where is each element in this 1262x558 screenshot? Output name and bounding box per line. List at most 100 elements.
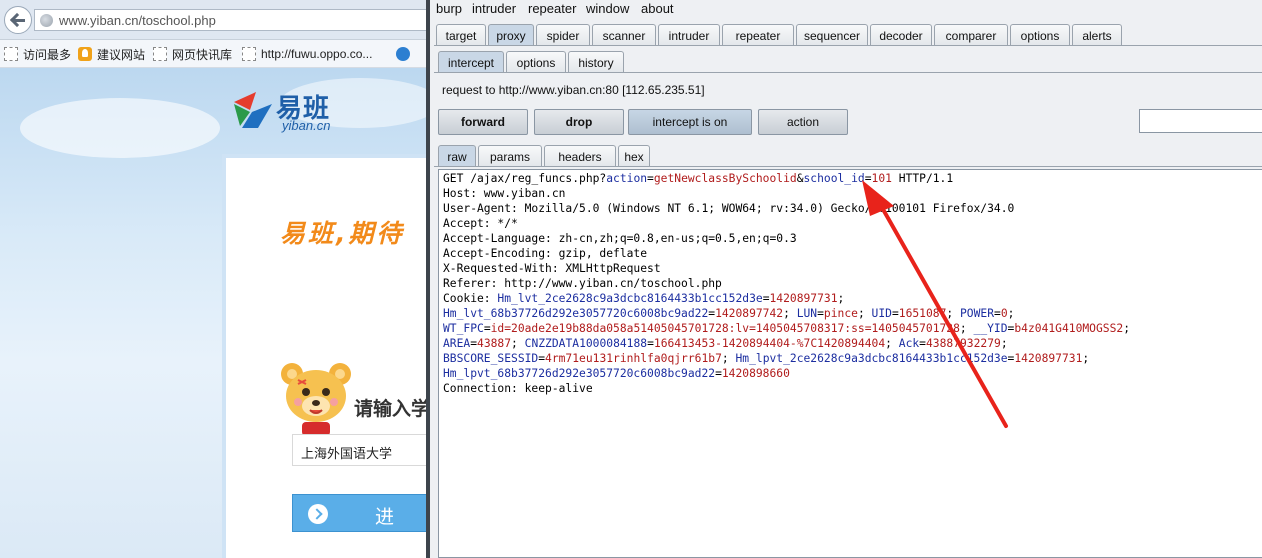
tab-target[interactable]: target [436,24,486,46]
intercept-toggle-button[interactable]: intercept is on [628,109,752,135]
search-input[interactable] [1139,109,1262,133]
menu-repeater[interactable]: repeater [528,1,576,16]
param-name: LUN [796,307,818,320]
drop-button[interactable]: drop [534,109,624,135]
request-text: ; [511,337,525,350]
param-name: Ack [898,337,920,350]
address-bar[interactable]: www.yiban.cn/toschool.php [34,9,426,31]
request-line: Cookie: Hm_lvt_2ce2628c9a3dcbc8164433b1c… [443,291,844,306]
request-text: = [891,307,899,320]
request-text: Accept-Language: zh-cn,zh;q=0.8,en-us;q=… [443,232,797,245]
logo-text-en: yiban.cn [282,118,331,133]
request-line: Referer: http://www.yiban.cn/toschool.ph… [443,276,722,291]
page-icon [4,47,18,61]
request-text: ; [1123,322,1130,335]
param-name: BBSCORE_SESSID [443,352,539,365]
request-text: ; [1007,307,1015,320]
request-text: ; [857,307,872,320]
login-panel: 易班,期待 请输入学 上海外国语大学 进 [222,154,426,558]
request-text: Referer: http://www.yiban.cn/toschool.ph… [443,277,722,290]
param-name: school_id [803,172,865,185]
request-text: Accept-Encoding: gzip, deflate [443,247,648,260]
request-text: GET /ajax/reg_funcs.php? [443,172,607,185]
bookmark-most-visited[interactable]: 访问最多 [4,45,71,63]
tab-divider [434,45,1262,46]
param-name: action [606,172,648,185]
tab-proxy[interactable]: proxy [488,24,534,46]
request-text: = [762,292,770,305]
tab-divider [434,72,1262,73]
tab-spider[interactable]: spider [536,24,590,46]
request-text: Connection: keep-alive [443,382,593,395]
tab-comparer[interactable]: comparer [934,24,1008,46]
yiban-logo-icon [234,92,272,128]
request-text: = [647,172,654,185]
tab-raw[interactable]: raw [438,145,476,167]
tab-proxy-options[interactable]: options [506,51,566,73]
tab-sequencer[interactable]: sequencer [796,24,868,46]
request-line: Connection: keep-alive [443,381,593,396]
menu-window[interactable]: window [586,1,629,16]
bookmark-overflow[interactable] [396,45,415,63]
bookmark-oppo[interactable]: http://fuwu.oppo.co... [242,45,372,63]
menu-intruder[interactable]: intruder [472,1,516,16]
web-page: 易班 yiban.cn 易班,期待 请输入学 上海外国语大学 进 [0,68,426,558]
request-target: request to http://www.yiban.cn:80 [112.6… [442,83,705,97]
param-value: 1651087 [898,307,947,320]
tab-hex[interactable]: hex [618,145,650,167]
tab-history[interactable]: history [568,51,624,73]
request-text: = [715,367,722,380]
param-value: getNewclassBySchoolid [653,172,797,185]
enter-button[interactable]: 进 [292,494,426,532]
bookmark-web-slice[interactable]: 网页快讯库 [153,45,232,63]
action-button[interactable]: action [758,109,848,135]
param-value: 0 [1000,307,1008,320]
param-name: WT_FPC [443,322,484,335]
request-line: BBSCORE_SESSID=4rm71eu131rinhlfa0qjrr61b… [443,351,1089,366]
tab-params[interactable]: params [478,145,542,167]
school-prompt: 请输入学 [354,399,426,420]
raw-request-editor[interactable]: GET /ajax/reg_funcs.php?action=getNewcla… [438,169,1262,558]
param-value: id=20ade2e19b88da058a51405045701728:lv=1… [490,322,960,335]
browser-window: www.yiban.cn/toschool.php 访问最多 建议网站 网页快讯… [0,0,426,558]
param-value: b4z041G410MOGSS2 [1014,322,1124,335]
request-line: Accept: */* [443,216,518,231]
request-text: = [919,337,926,350]
param-value: 101 [871,172,892,185]
param-value: pince [823,307,858,320]
tab-intercept[interactable]: intercept [438,51,504,73]
request-line: Hm_lvt_68b37726d292e3057720c6008bc9ad22 =… [443,306,1014,321]
bookmark-label: http://fuwu.oppo.co... [261,47,373,61]
slogan: 易班,期待 [280,219,405,248]
request-line: X-Requested-With: XMLHttpRequest [443,261,661,276]
request-line: Host: www.yiban.cn [443,186,565,201]
request-text: ; [721,352,736,365]
tab-decoder[interactable]: decoder [870,24,932,46]
request-line: Hm_lpvt_68b37726d292e3057720c6008bc9ad22… [443,366,790,381]
param-name: Hm_lpvt_2ce2628c9a3dcbc8164433b1cc152d3e [735,352,1008,365]
tab-headers[interactable]: headers [544,145,616,167]
yiban-logo[interactable]: 易班 yiban.cn [232,88,342,134]
back-arrow-icon[interactable] [4,6,32,34]
menu-about[interactable]: about [641,1,674,16]
request-text: = [483,322,491,335]
tab-scanner[interactable]: scanner [592,24,656,46]
forward-button[interactable]: forward [438,109,528,135]
request-text: HTTP/1.1 [891,172,954,185]
tab-options[interactable]: options [1010,24,1070,46]
request-line: AREA=43887; CNZZDATA1000084188=166413453… [443,336,1008,351]
menu-burp[interactable]: burp [436,1,462,16]
enter-button-label: 进 [375,507,395,528]
param-value: 43887932279 [925,337,1001,350]
request-line: GET /ajax/reg_funcs.php?action=getNewcla… [443,171,953,186]
param-value: 1420897731 [1014,352,1083,365]
param-value: 166413453-1420894404-%7C1420894404 [653,337,886,350]
request-text: ; [837,292,845,305]
page-icon [242,47,256,61]
tab-alerts[interactable]: alerts [1072,24,1122,46]
school-input[interactable]: 上海外国语大学 [292,434,426,466]
param-name: UID [871,307,892,320]
bookmark-suggested-sites[interactable]: 建议网站 [78,45,145,63]
tab-repeater[interactable]: repeater [722,24,794,46]
tab-intruder[interactable]: intruder [658,24,720,46]
